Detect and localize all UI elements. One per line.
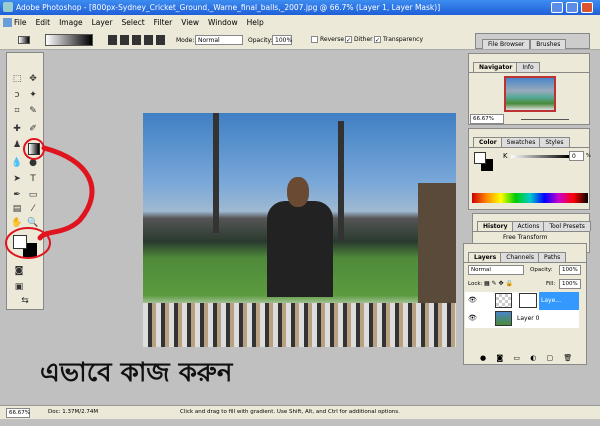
grandstand-right xyxy=(418,183,456,323)
window-title: Adobe Photoshop - [800px-Sydney_Cricket_… xyxy=(16,3,441,12)
options-bar: Mode: Normal Opacity: 100% Reverse ✓ Dith… xyxy=(0,30,600,50)
menu-help[interactable]: Help xyxy=(247,18,264,27)
light-tower-right xyxy=(338,121,344,241)
status-bar: 66.67% Doc: 1.37M/2.74M Click and drag t… xyxy=(0,405,600,419)
gradient-type-buttons[interactable] xyxy=(108,35,166,45)
menu-view[interactable]: View xyxy=(181,18,199,27)
opacity-label: Opacity: xyxy=(530,267,553,273)
annotation-circle-gradient xyxy=(23,138,45,160)
title-bar: Adobe Photoshop - [800px-Sydney_Cricket_… xyxy=(0,0,600,15)
minimize-button[interactable] xyxy=(551,2,563,13)
menu-window[interactable]: Window xyxy=(208,18,238,27)
tab-color[interactable]: Color xyxy=(473,137,503,147)
history-item[interactable]: Free Transform xyxy=(503,234,547,241)
tab-info[interactable]: Info xyxy=(516,62,540,72)
menu-edit[interactable]: Edit xyxy=(36,18,51,27)
annotation-circle-swatch xyxy=(5,227,51,259)
tab-paths[interactable]: Paths xyxy=(537,252,567,262)
menu-bar: File Edit Image Layer Select Filter View Window… xyxy=(0,15,600,30)
app-icon xyxy=(3,18,12,27)
opacity-label: Opacity: xyxy=(248,37,273,44)
navigator-zoom-input[interactable]: 66.67% xyxy=(470,114,504,124)
k-unit: % xyxy=(586,153,591,159)
jump-to-imageready-icon[interactable]: ⇆ xyxy=(19,295,31,307)
foreground-color[interactable] xyxy=(474,152,486,164)
transparency-checkbox[interactable]: ✓ Transparency xyxy=(374,36,424,44)
k-slider[interactable] xyxy=(511,155,569,158)
lock-label: Lock: xyxy=(468,281,483,287)
navigator-zoom-slider[interactable] xyxy=(521,119,569,120)
transparency-label: Transparency xyxy=(383,36,424,43)
doc-size[interactable]: Doc: 1.37M/2.74M xyxy=(48,409,98,415)
status-hint: Click and drag to fill with gradient. Us… xyxy=(180,409,400,415)
photoshop-icon xyxy=(3,2,13,12)
status-zoom-input[interactable]: 66.67% xyxy=(6,408,30,418)
tab-history[interactable]: History xyxy=(477,221,514,231)
mode-select[interactable]: Normal xyxy=(195,35,243,45)
menu-filter[interactable]: Filter xyxy=(154,18,173,27)
tab-tool-presets[interactable]: Tool Presets xyxy=(543,221,591,231)
visibility-eye-icon[interactable]: 👁 xyxy=(468,296,477,304)
screen-mode-icon[interactable]: ▣ xyxy=(13,281,25,293)
crowd-foreground xyxy=(143,303,456,347)
menu-layer[interactable]: Layer xyxy=(92,18,113,27)
annotation-scribble xyxy=(5,138,95,259)
reverse-checkbox[interactable]: Reverse xyxy=(311,36,344,43)
tab-swatches[interactable]: Swatches xyxy=(500,137,542,147)
mode-label: Mode: xyxy=(176,37,195,44)
layer-row[interactable]: 👁 Laye... xyxy=(465,292,579,310)
layer-opacity-input[interactable]: 100% xyxy=(559,265,581,275)
layer-name: Layer 0 xyxy=(517,315,540,322)
menu-image[interactable]: Image xyxy=(59,18,83,27)
layer-thumbnail xyxy=(495,311,512,326)
tab-navigator[interactable]: Navigator xyxy=(473,62,519,72)
layer-thumbnail xyxy=(495,293,512,308)
close-button[interactable] xyxy=(581,2,593,13)
tab-channels[interactable]: Channels xyxy=(500,252,540,262)
dither-label: Dither xyxy=(354,36,373,43)
color-spectrum-bar[interactable] xyxy=(472,193,588,203)
visibility-eye-icon[interactable]: 👁 xyxy=(468,314,477,322)
reverse-label: Reverse xyxy=(320,36,345,43)
dither-checkbox[interactable]: ✓ Dither xyxy=(345,36,373,44)
tab-actions[interactable]: Actions xyxy=(511,221,546,231)
menu-file[interactable]: File xyxy=(14,18,27,27)
maximize-button[interactable] xyxy=(566,2,578,13)
layer-row[interactable]: 👁 Layer 0 xyxy=(465,310,579,328)
k-channel-label: K xyxy=(503,152,508,160)
person-cutout xyxy=(267,201,333,297)
layer-name: Laye... xyxy=(541,297,561,304)
tab-brushes[interactable]: Brushes xyxy=(530,39,567,49)
annotation-curve xyxy=(37,145,95,241)
fill-input[interactable]: 100% xyxy=(559,279,581,289)
fill-label: Fill: xyxy=(546,281,556,287)
layers-panel: Layers Channels Paths Normal Opacity: 100%… xyxy=(463,243,587,365)
caption-text: এভাবে কাজ করুন xyxy=(40,358,233,388)
color-panel: Color Swatches Styles K 0 % xyxy=(468,128,591,210)
tab-layers[interactable]: Layers xyxy=(468,252,503,262)
blend-mode-select[interactable]: Normal xyxy=(468,265,524,275)
tool-preset-picker[interactable] xyxy=(18,36,30,44)
k-value-input[interactable]: 0 xyxy=(569,151,584,161)
lock-icons[interactable]: ▦ ✎ ✥ 🔒 xyxy=(484,280,513,287)
layer-mask-thumbnail[interactable] xyxy=(519,293,537,308)
navigator-thumbnail[interactable] xyxy=(504,76,556,112)
tab-styles[interactable]: Styles xyxy=(539,137,570,147)
layers-footer-buttons[interactable]: ● ◙ ▭ ◐ ▢ 🗑 xyxy=(480,354,576,362)
person-head xyxy=(287,177,309,207)
navigator-panel: Navigator Info 66.67% xyxy=(468,53,590,125)
menu-select[interactable]: Select xyxy=(122,18,145,27)
light-tower-left xyxy=(213,113,219,233)
document-canvas[interactable] xyxy=(143,113,456,347)
gradient-picker[interactable] xyxy=(45,34,93,46)
selected-layer-label: Laye... xyxy=(539,292,579,310)
tab-file-browser[interactable]: File Browser xyxy=(482,39,531,49)
opacity-input[interactable]: 100% xyxy=(272,35,292,45)
palette-well: File Browser Brushes xyxy=(475,33,590,49)
